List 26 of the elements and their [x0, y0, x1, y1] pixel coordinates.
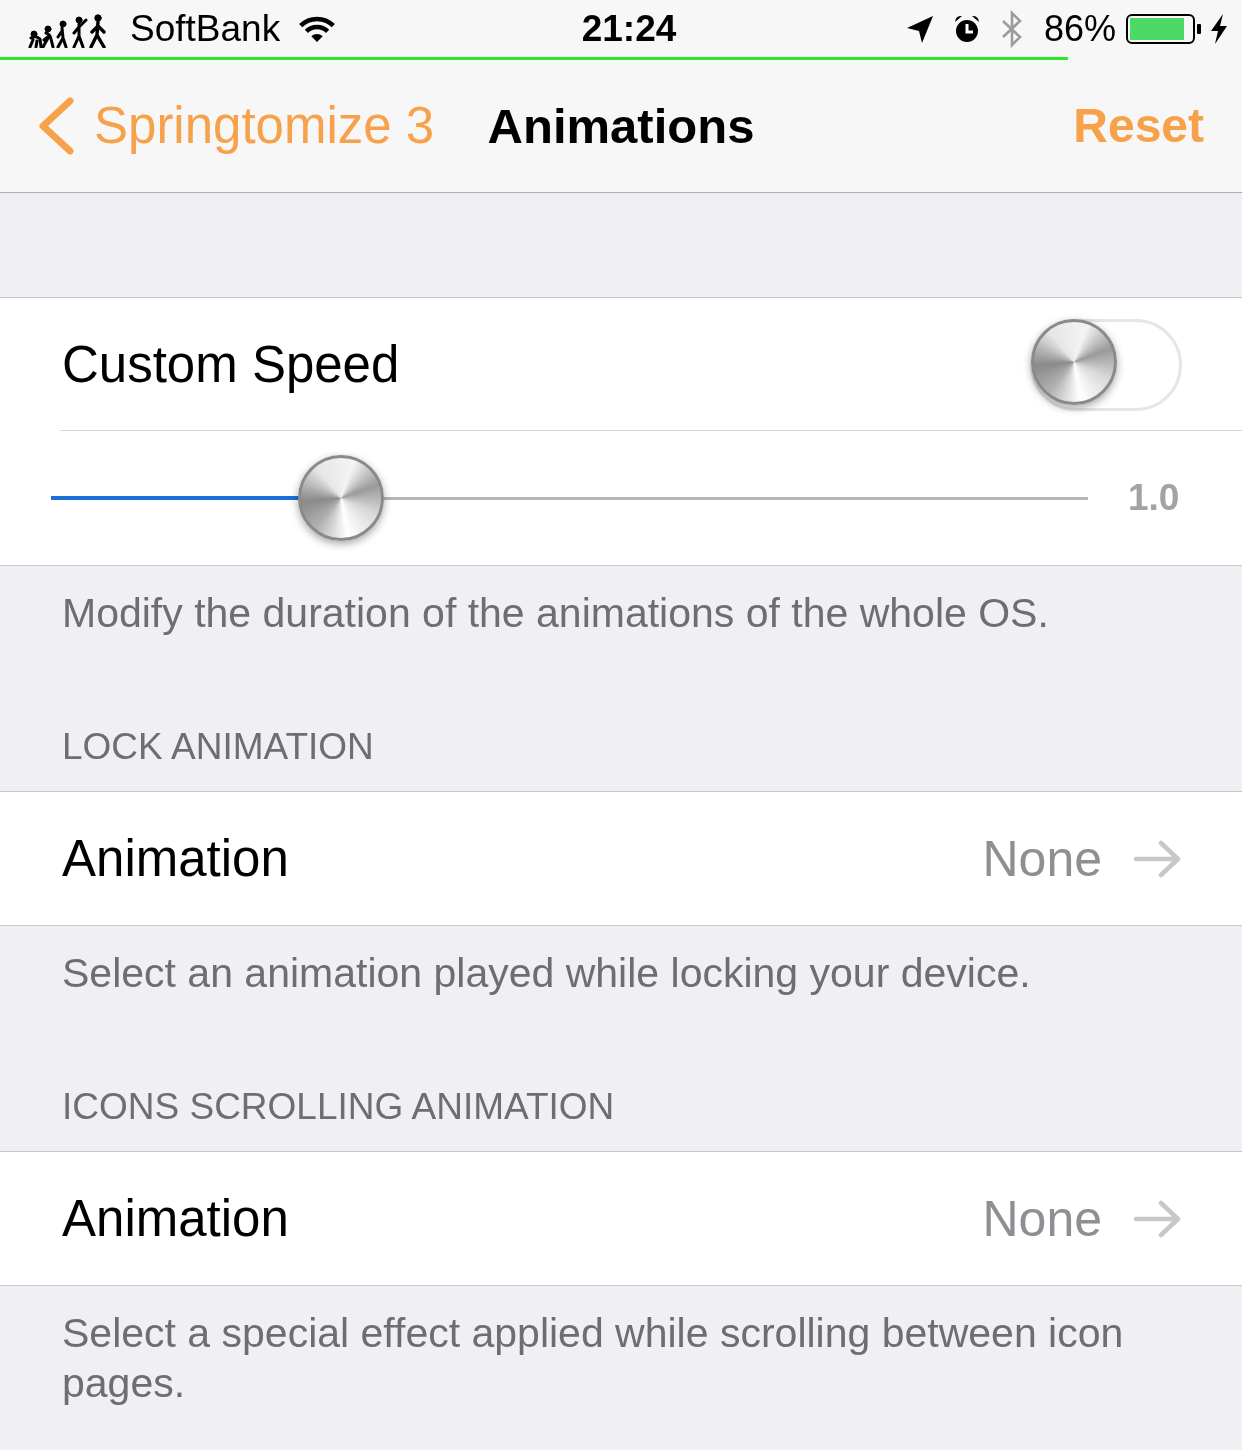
section-footer: Modify the duration of the animations of the whole OS.: [0, 566, 1242, 724]
slider-thumb[interactable]: [298, 455, 385, 541]
toggle-switch[interactable]: [1030, 318, 1182, 411]
section-footer: Select a special effect applied while scrolling between icon pages.: [0, 1286, 1242, 1408]
clock-time: 21:24: [580, 6, 677, 51]
disclosure-row[interactable]: Animation None: [0, 1152, 1242, 1285]
arrow-right-icon: [1134, 839, 1182, 878]
section-header: LOCK ANIMATION: [61, 725, 375, 769]
wifi-icon: [298, 14, 337, 43]
row-value: None: [982, 829, 1102, 889]
arrow-right-icon: [1134, 1199, 1182, 1238]
location-arrow-icon: [905, 13, 934, 44]
row-label: Animation: [62, 828, 290, 889]
battery-percent: 86%: [1043, 6, 1116, 51]
page-title: Animations: [487, 98, 755, 155]
chevron-left-icon[interactable]: [36, 96, 76, 156]
row-label: Custom Speed: [62, 334, 401, 395]
section-footer: Select an animation played while locking your device.: [0, 926, 1242, 1084]
battery-icon: [1126, 13, 1202, 44]
slider-value: 1.0: [1128, 476, 1180, 520]
carrier-name: SoftBank: [130, 6, 281, 51]
disclosure-row[interactable]: Animation None: [0, 792, 1242, 925]
section-header: ICONS SCROLLING ANIMATION: [61, 1085, 616, 1129]
row-value: None: [982, 1189, 1102, 1249]
charging-bolt-icon: [1210, 13, 1228, 44]
row-label: Animation: [62, 1188, 290, 1249]
